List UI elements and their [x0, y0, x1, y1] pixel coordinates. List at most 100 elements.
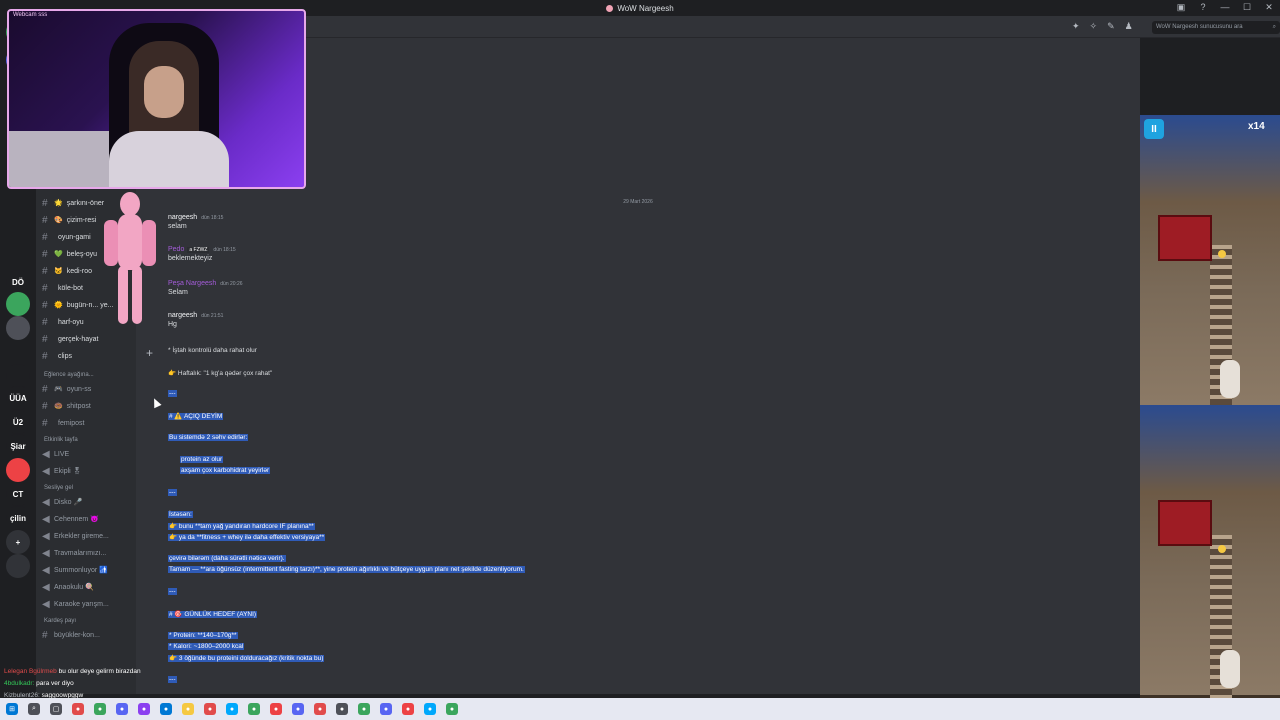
- voice-channel-item[interactable]: ◀ Erkekler gireme...: [42, 529, 109, 543]
- message: Peşa Nargeesh dün 20:26 Selam: [168, 278, 243, 296]
- composer-line-text: çevirə bilərəm (daha sürətli nəticə veri…: [168, 555, 286, 562]
- composer-line: İstəsən:: [168, 511, 193, 518]
- app-icon[interactable]: ●: [270, 703, 282, 715]
- category-events[interactable]: Etkinlik tayfa: [44, 437, 78, 443]
- search-icon[interactable]: ⌕: [28, 703, 40, 715]
- channel-item[interactable]: # 🎮 oyun-ss: [42, 382, 91, 396]
- game-coin: [1218, 250, 1226, 258]
- channel-item[interactable]: # clips: [42, 349, 72, 363]
- app-icon[interactable]: ●: [94, 703, 106, 715]
- channel-item[interactable]: # harf-oyu: [42, 315, 84, 329]
- category-sibs[interactable]: Kardeş payı: [44, 618, 76, 624]
- channel-item[interactable]: # oyun-gami: [42, 230, 91, 244]
- channel-item[interactable]: # 🌟 şarkını-öner: [42, 196, 104, 210]
- message-author[interactable]: Peşa Nargeesh: [168, 280, 216, 287]
- message-author[interactable]: nargeesh: [168, 214, 197, 221]
- members-icon[interactable]: ♟: [1125, 21, 1133, 32]
- webcam-label: Webcam sss: [13, 12, 48, 18]
- message-author[interactable]: Pedo: [168, 246, 184, 253]
- channel-item[interactable]: # gerçek-hayat: [42, 332, 98, 346]
- minimize-button[interactable]: —: [1220, 2, 1230, 13]
- hash-icon: #: [42, 197, 48, 209]
- server-icon[interactable]: DÖ: [6, 270, 30, 294]
- app-icon[interactable]: ●: [116, 703, 128, 715]
- mute-icon[interactable]: ✧: [1090, 21, 1098, 32]
- server-icon[interactable]: çilin: [6, 506, 30, 530]
- voice-channel-item[interactable]: ◀ Karaoke yarışm...: [42, 597, 109, 611]
- help-icon[interactable]: ?: [1198, 2, 1208, 13]
- app-icon[interactable]: ●: [358, 703, 370, 715]
- app-icon[interactable]: ●: [204, 703, 216, 715]
- voice-channel-item[interactable]: ◀ Travmalarımızı...: [42, 546, 106, 560]
- server-icon[interactable]: Ü2: [6, 410, 30, 434]
- server-icon[interactable]: [6, 292, 30, 316]
- app-icon[interactable]: ●: [314, 703, 326, 715]
- voice-channel-item[interactable]: ◀ Summonluyor 🚮: [42, 563, 108, 577]
- channel-item[interactable]: # 🐱 kedi-roo: [42, 264, 92, 278]
- server-icon[interactable]: +: [6, 530, 30, 554]
- add-attachment-icon[interactable]: +: [146, 346, 153, 360]
- channel-emoji: 🎮: [54, 386, 63, 393]
- category-fun[interactable]: Eğlence ayağına...: [44, 372, 94, 378]
- inbox-icon[interactable]: ▣: [1176, 2, 1186, 13]
- channel-item[interactable]: # 🎨 çizim-resi: [42, 213, 96, 227]
- pause-button[interactable]: II: [1144, 119, 1164, 139]
- server-icon[interactable]: [6, 364, 30, 388]
- app-icon[interactable]: ●: [226, 703, 238, 715]
- search-input[interactable]: WoW Nargeesh sunucusunu ara ⌕: [1152, 21, 1280, 34]
- channel-name: köle-bot: [58, 284, 83, 292]
- channel-item[interactable]: # 🍩 shitpost: [42, 399, 91, 413]
- channel-item[interactable]: ◀ LIVE: [42, 447, 69, 461]
- channel-item[interactable]: ◀ Ekipli 🎖: [42, 464, 82, 478]
- channel-item[interactable]: # femipost: [42, 416, 84, 430]
- message-header: Pedo a FZWZ dün 18:15: [168, 244, 236, 253]
- app-icon[interactable]: ●: [160, 703, 172, 715]
- maximize-button[interactable]: ☐: [1242, 2, 1252, 13]
- speaker-icon: ◀: [42, 448, 50, 460]
- composer-line-text: protein az olur: [180, 456, 224, 463]
- start-icon[interactable]: ⊞: [6, 703, 18, 715]
- message-time: dün 21:51: [201, 313, 224, 319]
- composer-line: # 🎯 GÜNLÜK HEDEF (AYNI): [168, 610, 258, 618]
- threads-icon[interactable]: ✦: [1072, 21, 1080, 32]
- voice-channel-item[interactable]: ◀ Anaokulu 🍭: [42, 580, 94, 594]
- chat-username: Lelegan Bgülrmeb: [4, 668, 57, 675]
- channel-name: Ekipli 🎖: [54, 468, 82, 475]
- voice-channel-item[interactable]: ◀ Disko 🎤: [42, 495, 82, 509]
- app-icon[interactable]: ●: [292, 703, 304, 715]
- channel-item[interactable]: # 💚 beleş-oyu: [42, 247, 97, 261]
- message-author[interactable]: nargeesh: [168, 312, 197, 319]
- composer-line: 👉 Haftalık: "1 kg'a qədər çox rahat": [168, 369, 272, 377]
- server-icon[interactable]: ÜÜA: [6, 386, 30, 410]
- pin-icon[interactable]: ✎: [1107, 21, 1115, 32]
- server-icon[interactable]: CT: [6, 482, 30, 506]
- app-icon[interactable]: ●: [248, 703, 260, 715]
- chat-text: bu olur deye gelirm birazdan: [58, 668, 141, 675]
- app-icon[interactable]: ●: [446, 703, 458, 715]
- app-icon[interactable]: ●: [336, 703, 348, 715]
- hash-icon: #: [42, 282, 48, 294]
- server-icon[interactable]: [6, 458, 30, 482]
- app-icon[interactable]: ●: [424, 703, 436, 715]
- app-icon[interactable]: ●: [72, 703, 84, 715]
- channel-item[interactable]: # büyükler-kon...: [42, 628, 100, 642]
- close-button[interactable]: ✕: [1264, 2, 1274, 13]
- composer-line: ---: [168, 489, 177, 496]
- server-icon[interactable]: [6, 316, 30, 340]
- date-divider: 29 Mart 2026: [623, 199, 653, 205]
- message-header: nargeesh dün 18:15: [168, 212, 223, 221]
- taskview-icon[interactable]: ▢: [50, 703, 62, 715]
- voice-channel-item[interactable]: ◀ Cehennem 👿: [42, 512, 99, 526]
- category-voice[interactable]: Sesliye gel: [44, 485, 73, 491]
- server-icon[interactable]: [6, 554, 30, 578]
- app-icon[interactable]: ●: [138, 703, 150, 715]
- channel-item[interactable]: # köle-bot: [42, 281, 83, 295]
- app-icon[interactable]: ●: [182, 703, 194, 715]
- app-icon[interactable]: ●: [402, 703, 414, 715]
- speaker-icon: ◀: [42, 496, 50, 508]
- server-icon[interactable]: Şiar: [6, 434, 30, 458]
- app-icon[interactable]: ●: [380, 703, 392, 715]
- chat-username: 4bdulkadr:: [4, 680, 35, 687]
- composer-line: protein az olur: [180, 456, 224, 463]
- webcam-shirt: [109, 131, 229, 187]
